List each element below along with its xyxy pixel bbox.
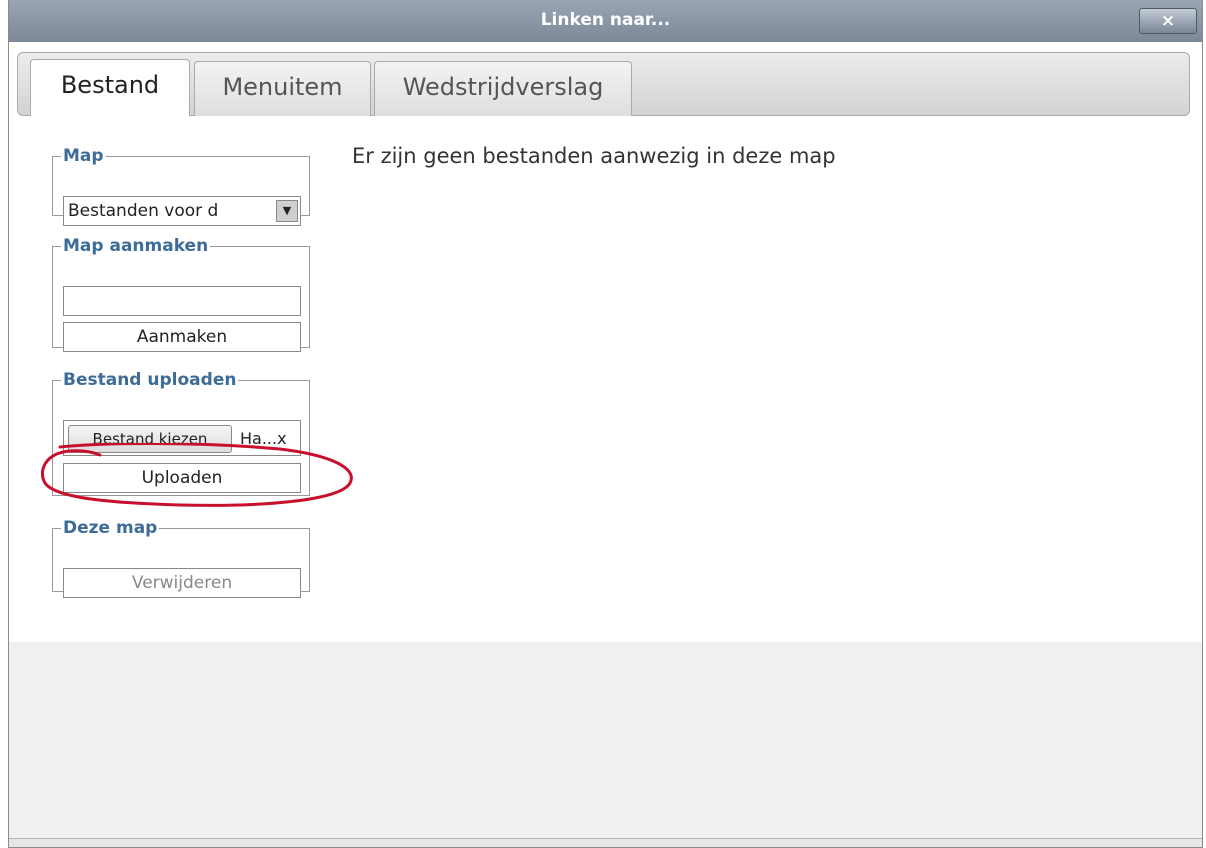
delete-folder-button: Verwijderen [63, 568, 301, 598]
title-bar[interactable]: Linken naar... × [9, 0, 1202, 42]
red-highlight-annotation [40, 443, 353, 507]
empty-folder-message: Er zijn geen bestanden aanwezig in deze … [352, 144, 836, 168]
folder-fieldset: Map Bestanden voor d ▼ [52, 146, 310, 226]
close-icon: × [1160, 11, 1176, 31]
dialog-title: Linken naar... [540, 10, 671, 30]
tab-bestand[interactable]: Bestand [30, 59, 190, 116]
create-folder-button[interactable]: Aanmaken [63, 322, 301, 352]
folder-select-value: Bestanden voor d [68, 201, 219, 221]
current-folder-legend: Deze map [63, 518, 158, 538]
tab-wedstrijdverslag[interactable]: Wedstrijdverslag [374, 61, 632, 116]
current-folder-fieldset: Deze map Verwijderen [52, 518, 310, 598]
create-folder-legend: Map aanmaken [63, 236, 209, 256]
folder-name-input[interactable] [63, 286, 301, 316]
create-folder-fieldset: Map aanmaken Aanmaken [52, 236, 310, 352]
chevron-down-icon[interactable]: ▼ [276, 200, 298, 222]
footer-divider [9, 838, 1202, 847]
dialog-footer-area [9, 642, 1202, 847]
folder-legend: Map [63, 146, 104, 166]
tab-menuitem[interactable]: Menuitem [194, 61, 371, 116]
dialog-content: Bestand Menuitem Wedstrijdverslag Map Be… [9, 42, 1202, 642]
upload-legend: Bestand uploaden [63, 370, 237, 390]
link-dialog: Linken naar... × Bestand Menuitem Wedstr… [8, 0, 1203, 848]
annotation-circle [40, 443, 353, 507]
folder-select[interactable]: Bestanden voor d ▼ [63, 196, 301, 226]
tab-strip: Bestand Menuitem Wedstrijdverslag [17, 52, 1190, 116]
close-button[interactable]: × [1139, 8, 1197, 34]
